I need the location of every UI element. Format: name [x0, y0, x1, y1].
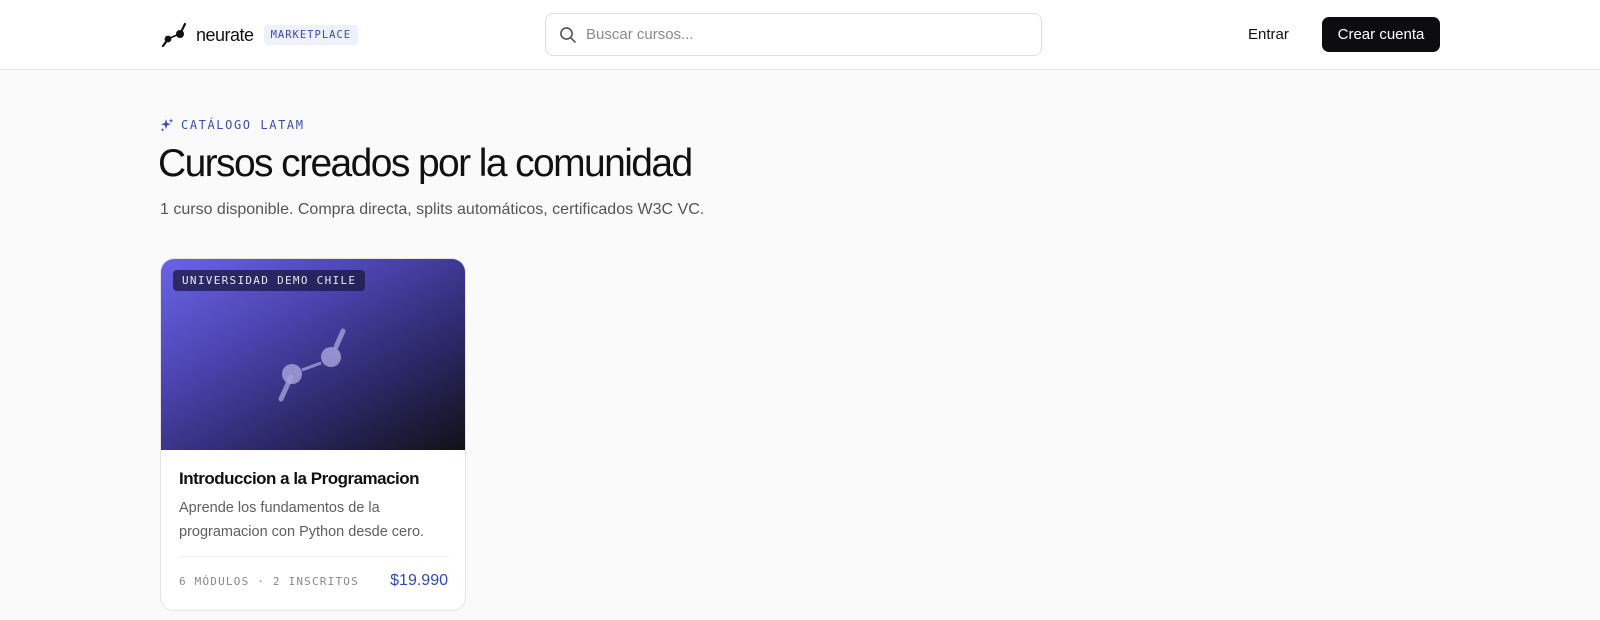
course-description: Aprende los fundamentos de la programaci… — [179, 500, 425, 540]
course-cover: UNIVERSIDAD DEMO CHILE — [161, 259, 465, 450]
page-subtitle: 1 curso disponible. Compra directa, spli… — [160, 201, 705, 218]
eyebrow-label: CATÁLOGO LATAM — [181, 118, 305, 132]
login-link[interactable]: Entrar — [1232, 17, 1305, 51]
neurate-logo-icon — [161, 22, 187, 48]
course-title: Introduccion a la Programacion — [179, 469, 420, 488]
card-divider — [179, 556, 449, 557]
create-account-button[interactable]: Crear cuenta — [1322, 17, 1440, 52]
neurate-logo-icon — [278, 328, 346, 402]
course-meta: 6 MÓDULOS · 2 INSCRITOS — [179, 575, 359, 588]
course-organization-badge: UNIVERSIDAD DEMO CHILE — [173, 270, 366, 291]
sparkles-icon — [160, 118, 174, 132]
course-card[interactable]: UNIVERSIDAD DEMO CHILE Introduccion a la… — [160, 258, 466, 611]
search-box[interactable] — [545, 13, 1042, 56]
page-title: Cursos creados por la comunidad — [158, 142, 693, 185]
search-icon — [560, 26, 576, 43]
brand-name: neurate — [196, 24, 254, 45]
course-price: $19.990 — [390, 572, 448, 589]
eyebrow: CATÁLOGO LATAM — [160, 118, 305, 132]
brand-logo-link[interactable]: neurate MARKETPLACE — [160, 18, 359, 52]
search-input[interactable] — [586, 26, 1006, 43]
top-navigation: neurate MARKETPLACE Entrar Crear cuenta — [0, 0, 1600, 70]
marketplace-badge: MARKETPLACE — [263, 25, 359, 45]
